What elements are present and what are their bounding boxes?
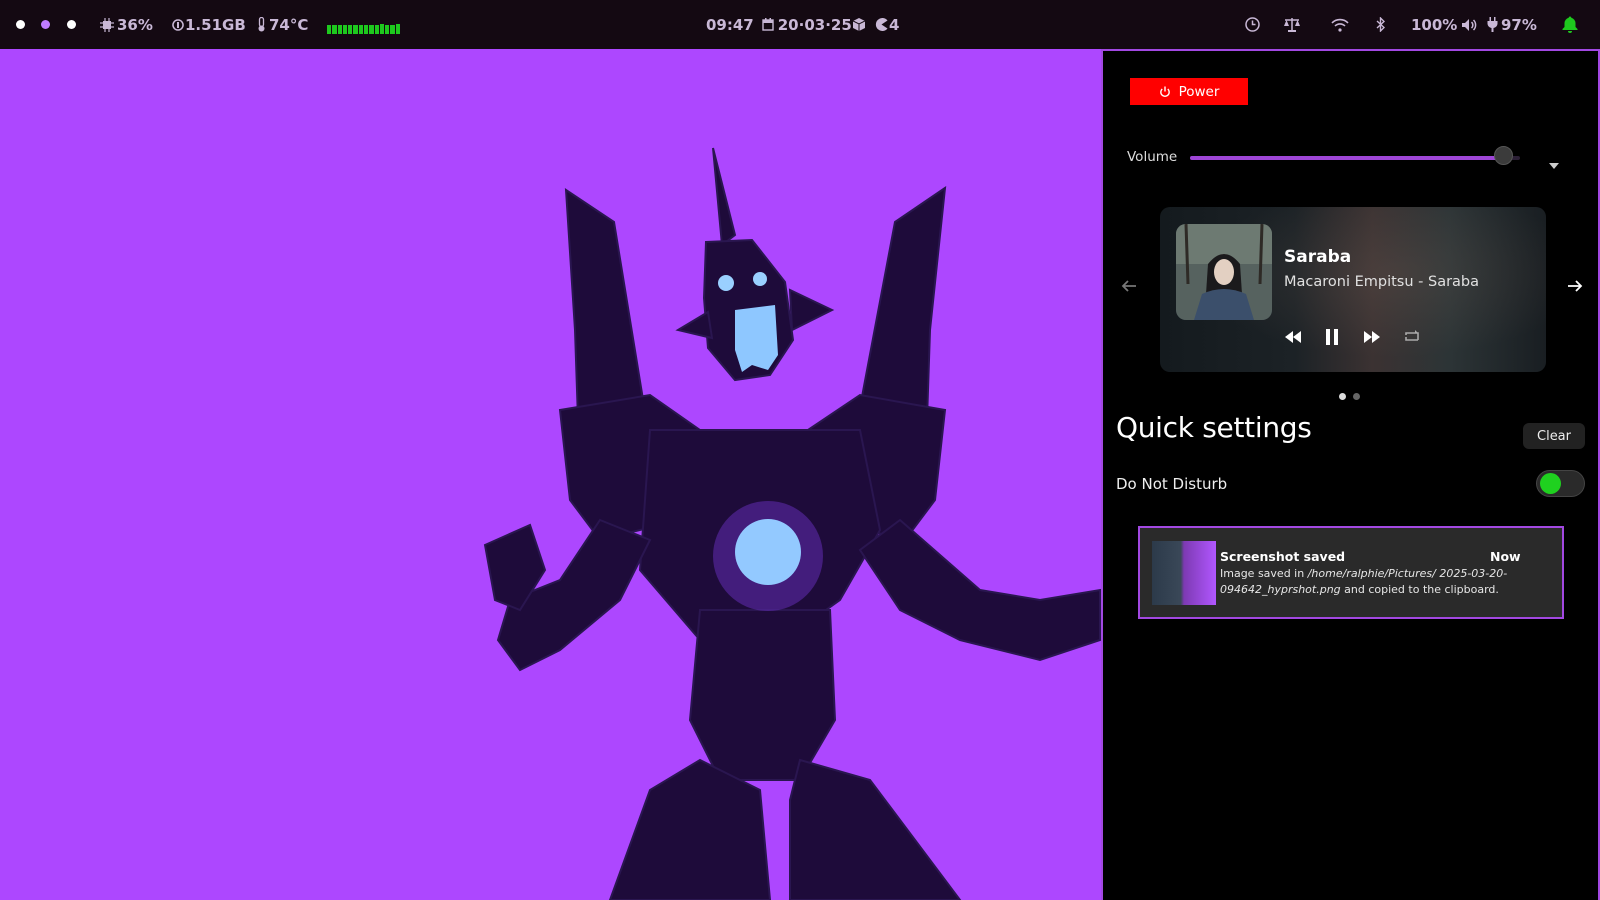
notification-time: Now — [1490, 549, 1521, 564]
power-icon — [1159, 86, 1170, 97]
temperature-text: 74°C — [269, 15, 309, 34]
rewind-icon — [1285, 331, 1301, 343]
scale-icon — [1284, 18, 1300, 32]
volume-level-text: 100% — [1411, 15, 1458, 34]
package-icon — [853, 18, 865, 31]
workspace-3-indicator[interactable] — [67, 20, 76, 29]
carousel-next-button[interactable] — [1567, 278, 1585, 296]
evangelion-artwork — [483, 147, 1101, 900]
repeat-button[interactable] — [1401, 326, 1423, 348]
next-track-button[interactable] — [1361, 326, 1383, 348]
carousel-prev-button[interactable] — [1121, 278, 1139, 296]
volume-slider[interactable] — [1190, 156, 1520, 160]
update-count-text: 4 — [889, 15, 900, 34]
do-not-disturb-toggle[interactable] — [1536, 470, 1585, 497]
repeat-icon — [1405, 330, 1419, 341]
bell-icon — [1562, 16, 1578, 33]
date-text: 20·03·25 — [777, 15, 852, 34]
workspace-2-indicator[interactable] — [41, 20, 50, 29]
desktop-wallpaper — [0, 49, 1101, 900]
calendar-icon — [762, 18, 774, 31]
carousel-dot-2[interactable] — [1353, 393, 1360, 400]
battery-widget[interactable]: 97% — [1487, 0, 1537, 49]
plug-icon — [1487, 17, 1498, 32]
clock-icon-button[interactable] — [1245, 0, 1260, 49]
battery-level-text: 97% — [1501, 15, 1537, 34]
memory-widget[interactable]: 1.51GB — [172, 0, 246, 49]
play-pause-button[interactable] — [1321, 326, 1343, 348]
updates-widget[interactable]: 4 — [853, 0, 899, 49]
quick-settings-heading: Quick settings — [1116, 411, 1312, 444]
fast-forward-icon — [1364, 331, 1380, 343]
clear-notifications-button[interactable]: Clear — [1523, 423, 1585, 449]
volume-slider-handle[interactable] — [1493, 146, 1513, 165]
track-artist: Macaroni Empitsu - Saraba — [1284, 274, 1480, 290]
bluetooth-button[interactable] — [1376, 0, 1385, 49]
cpu-icon — [100, 17, 114, 32]
do-not-disturb-label: Do Not Disturb — [1116, 475, 1228, 493]
clock-widget[interactable]: 09:47 20·03·25 — [706, 0, 852, 49]
cpu-widget[interactable]: 36% — [100, 0, 153, 49]
carousel-dot-1[interactable] — [1339, 393, 1346, 400]
clock-icon — [1245, 17, 1260, 32]
wifi-button[interactable] — [1331, 0, 1349, 49]
notification-title: Screenshot saved — [1220, 549, 1346, 564]
scale-icon-button[interactable] — [1283, 0, 1301, 49]
pacman-icon — [875, 18, 888, 31]
volume-label: Volume — [1127, 149, 1178, 165]
toggle-knob — [1540, 473, 1561, 494]
cpu-history-graph — [327, 20, 400, 34]
cpu-usage-text: 36% — [117, 15, 153, 34]
memory-usage-text: 1.51GB — [185, 15, 246, 34]
album-art — [1176, 224, 1272, 320]
memory-icon — [172, 18, 184, 31]
previous-track-button[interactable] — [1282, 326, 1304, 348]
notifications-button[interactable] — [1562, 0, 1578, 49]
control-center-panel: Power Volume Saraba Macaroni Empitsu - S… — [1101, 49, 1600, 900]
arrow-right-icon — [1568, 280, 1583, 292]
arrow-left-icon — [1121, 280, 1136, 292]
volume-widget[interactable]: 100% — [1411, 0, 1478, 49]
wifi-icon — [1331, 18, 1349, 32]
workspace-1-indicator[interactable] — [16, 20, 25, 29]
notification-card[interactable]: Screenshot saved Now Image saved in /hom… — [1138, 526, 1564, 619]
pause-icon — [1326, 329, 1338, 345]
media-player-card: Saraba Macaroni Empitsu - Saraba — [1160, 207, 1546, 372]
volume-slider-fill — [1190, 156, 1504, 160]
volume-icon — [1462, 18, 1477, 31]
temperature-widget[interactable]: 74°C — [257, 0, 308, 49]
audio-device-dropdown[interactable] — [1549, 154, 1559, 173]
bluetooth-icon — [1376, 17, 1385, 32]
power-button[interactable]: Power — [1130, 78, 1248, 105]
track-title: Saraba — [1284, 247, 1352, 267]
notification-body: Image saved in /home/ralphie/Pictures/ 2… — [1220, 567, 1508, 596]
chevron-down-icon — [1549, 163, 1559, 169]
clock-time-text: 09:47 — [706, 15, 754, 34]
screenshot-thumbnail — [1152, 541, 1216, 605]
carousel-pagination — [1339, 393, 1360, 400]
top-bar: 36% 1.51GB 74°C 09:47 20·03·25 4 100% 97 — [0, 0, 1600, 49]
power-button-label: Power — [1178, 83, 1220, 100]
thermometer-icon — [258, 17, 265, 32]
